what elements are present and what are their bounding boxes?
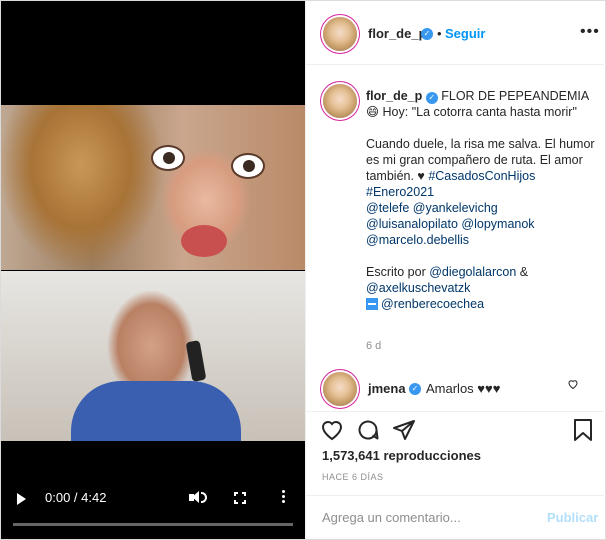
- more-horizontal-icon[interactable]: •••: [580, 23, 600, 41]
- comments-area: flor_de_p ✓ FLOR DE PEPEANDEMIA 😄 Hoy: "…: [306, 66, 606, 411]
- mention[interactable]: @telefe: [366, 201, 409, 215]
- video-controls: 0:00 / 4:42: [1, 481, 305, 539]
- avatar[interactable]: [323, 17, 357, 51]
- video-player[interactable]: 0:00 / 4:42: [1, 1, 305, 539]
- laugh-emoji-icon: 😄: [366, 105, 380, 119]
- caption-line2: Hoy: "La cotorra canta hasta morir": [382, 105, 577, 119]
- comment-icon[interactable]: [356, 418, 380, 442]
- video-time: 0:00 / 4:42: [45, 490, 107, 505]
- video-more-icon[interactable]: [282, 490, 286, 505]
- share-icon[interactable]: [392, 418, 416, 442]
- video-frame-woman: [1, 105, 305, 270]
- verified-icon: ✓: [409, 383, 421, 395]
- separator: •: [437, 26, 442, 41]
- caption-avatar[interactable]: [323, 84, 357, 118]
- commenter-avatar[interactable]: [323, 372, 357, 406]
- post-header: flor_de_p ✓ • Seguir •••: [306, 1, 606, 65]
- view-count[interactable]: 1,573,641 reproducciones: [322, 448, 481, 463]
- comment-input[interactable]: Agrega un comentario...: [322, 510, 461, 525]
- comment-text: Amarlos ♥♥♥: [426, 381, 501, 396]
- caption-age: 6 d: [366, 340, 382, 352]
- fullscreen-icon[interactable]: [234, 492, 246, 504]
- publish-button[interactable]: Publicar: [547, 510, 598, 525]
- mention[interactable]: @diegolalarcon: [429, 265, 516, 279]
- mention[interactable]: @lopymanok: [461, 217, 534, 231]
- hashtag[interactable]: #CasadosConHijos: [428, 169, 535, 183]
- video-progress-bar[interactable]: [13, 523, 293, 526]
- header-username[interactable]: flor_de_p: [368, 26, 427, 41]
- heart-icon[interactable]: [320, 418, 344, 442]
- calendar-icon: [366, 298, 378, 310]
- play-icon[interactable]: [17, 493, 26, 505]
- verified-icon: ✓: [421, 28, 433, 40]
- mention[interactable]: @axelkuschevatzk: [366, 281, 470, 295]
- post-date[interactable]: HACE 6 DÍAS: [322, 472, 384, 482]
- verified-icon: ✓: [425, 92, 438, 104]
- follow-button[interactable]: Seguir: [445, 26, 485, 41]
- post-sidebar: flor_de_p ✓ • Seguir ••• flor_de_p ✓ FLO…: [305, 1, 606, 539]
- caption: flor_de_p ✓ FLOR DE PEPEANDEMIA 😄 Hoy: "…: [366, 88, 596, 328]
- hashtag[interactable]: #Enero2021: [366, 185, 434, 199]
- like-comment-icon[interactable]: [567, 378, 579, 390]
- mention[interactable]: @yankelevichg: [413, 201, 498, 215]
- video-frame-man: [1, 271, 305, 441]
- commenter-username[interactable]: jmena: [368, 381, 406, 396]
- ampersand: &: [519, 265, 529, 279]
- caption-title: FLOR DE PEPEANDEMIA: [441, 89, 590, 103]
- mention[interactable]: @marcelo.debellis: [366, 233, 469, 247]
- mention[interactable]: @luisanalopilato: [366, 217, 458, 231]
- comment-bar: Agrega un comentario... Publicar: [306, 495, 606, 539]
- mention[interactable]: @renberecoechea: [381, 297, 484, 311]
- caption-username[interactable]: flor_de_p: [366, 89, 422, 103]
- bookmark-icon[interactable]: [572, 418, 594, 442]
- instagram-post: 0:00 / 4:42 flor_de_p ✓ • Seguir ••• flo…: [0, 0, 606, 540]
- comment-row: jmena ✓ Amarlos ♥♥♥: [306, 366, 606, 411]
- written-by-label: Escrito por: [366, 265, 426, 279]
